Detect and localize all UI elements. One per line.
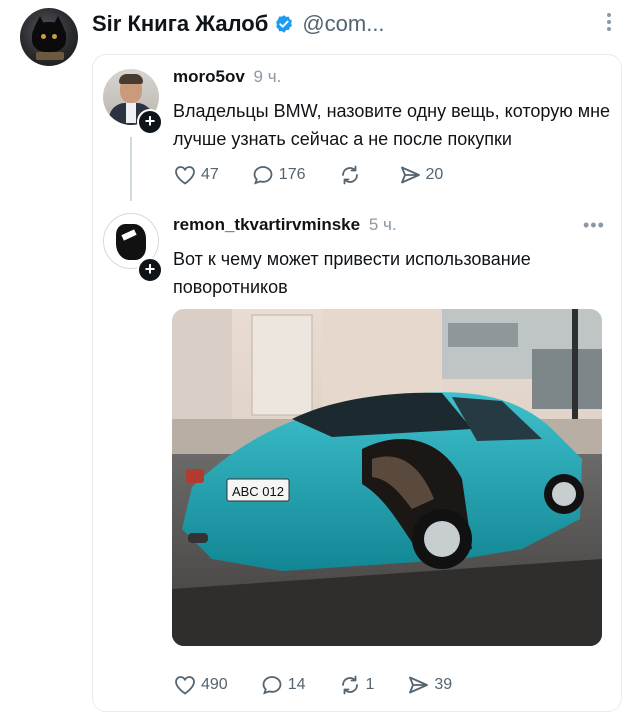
author-avatar[interactable]: [20, 8, 78, 66]
reply-button[interactable]: 176: [251, 163, 306, 187]
reply-count: 176: [278, 166, 306, 183]
quoted-thread-card[interactable]: + moro5ov 9 ч. Владельцы BMW, назовите о…: [92, 54, 622, 712]
heart-icon: [175, 676, 195, 695]
avatar-book: [36, 52, 64, 60]
car-photo-illustration: ABC 012: [172, 309, 602, 646]
more-vertical-icon[interactable]: [604, 10, 614, 36]
more-horizontal-icon[interactable]: •••: [583, 215, 605, 236]
quoted-post-actions: 47 176 20: [173, 163, 475, 187]
follow-plus-icon[interactable]: +: [137, 257, 163, 283]
quoted-username[interactable]: moro5ov: [173, 67, 245, 86]
repost-icon: [341, 675, 358, 695]
quoted-post-text: Владельцы BMW, назовите одну вещь, котор…: [173, 101, 611, 149]
reply-post-meta: remon_tkvartirvminske 5 ч.: [173, 215, 397, 235]
share-count: 39: [434, 676, 453, 693]
repost-button[interactable]: 1: [338, 673, 375, 697]
author-display-name[interactable]: Sir Книга Жалоб: [92, 11, 268, 37]
quoted-post-meta: moro5ov 9 ч.: [173, 67, 281, 87]
avatar-cat-eye: [41, 34, 46, 39]
author-handle[interactable]: @com...: [302, 11, 384, 37]
thread-connector-line: [130, 137, 132, 201]
like-count: 490: [201, 676, 228, 693]
share-icon: [409, 676, 429, 694]
like-button[interactable]: 490: [173, 673, 228, 697]
quoted-timestamp: 9 ч.: [253, 67, 282, 86]
reply-post-text: Вот к чему может привести использование …: [173, 249, 531, 297]
reply-button[interactable]: 14: [260, 673, 306, 697]
reply-username[interactable]: remon_tkvartirvminske: [173, 215, 360, 234]
author-name-row: Sir Книга Жалоб @com...: [92, 10, 385, 38]
reply-timestamp: 5 ч.: [368, 215, 397, 234]
share-count: 20: [425, 166, 444, 183]
heart-icon: [175, 166, 195, 185]
avatar-cat-eye: [52, 34, 57, 39]
like-button[interactable]: 47: [173, 163, 219, 187]
share-button[interactable]: 39: [406, 673, 452, 697]
license-plate-text: ABC 012: [232, 484, 284, 499]
like-count: 47: [201, 166, 219, 183]
post-header: Sir Книга Жалоб @com...: [0, 0, 640, 66]
comment-icon: [262, 676, 282, 695]
verified-icon: [276, 15, 293, 33]
share-icon: [400, 166, 420, 184]
avatar-cat: [32, 22, 66, 52]
share-button[interactable]: 20: [398, 163, 444, 187]
comment-icon: [253, 166, 273, 185]
avatar-shirt: [126, 103, 136, 123]
avatar-hair: [119, 74, 143, 84]
repost-icon: [341, 165, 358, 185]
follow-plus-icon[interactable]: +: [137, 109, 163, 135]
burnt-car-photo[interactable]: ABC 012: [172, 309, 602, 646]
reply-count: 14: [287, 676, 306, 693]
repost-count: 1: [365, 676, 375, 693]
reply-post-actions: 490 14 1 39: [173, 673, 484, 697]
repost-button[interactable]: [338, 163, 366, 187]
